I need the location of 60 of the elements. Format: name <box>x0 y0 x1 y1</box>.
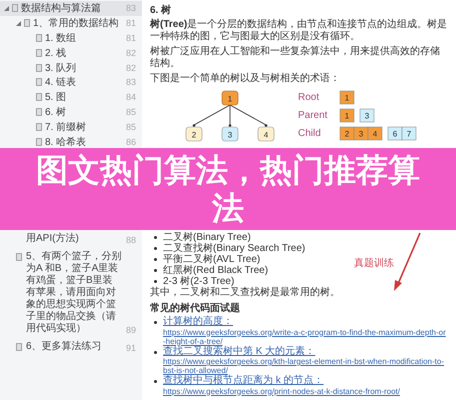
list-item: 平衡二叉树(AVL Tree) <box>163 254 260 265</box>
link[interactable]: 计算树的高度： <box>163 317 233 328</box>
legend-cell: 7 <box>402 126 416 140</box>
outline-item[interactable]: 3. 队列 82 <box>0 60 142 75</box>
list-item: 红黑树(Red Black Tree) <box>163 265 268 276</box>
url-link[interactable]: https://www.geeksforgeeks.org/write-a-c-program-to-find-the-maximum-depth-or-height-of-a-tree/ <box>163 328 448 346</box>
outline-item[interactable]: 6. 树 85 <box>0 104 142 120</box>
legend-cell: 3 <box>360 108 374 122</box>
tree-node: 1 <box>222 90 238 106</box>
url-link[interactable]: https://www.geeksforgeeks.org/print-nodes-at-k-distance-from-root/ <box>163 386 448 396</box>
annotation-arrow <box>392 232 422 292</box>
section-heading: 6. 树 <box>150 4 172 17</box>
legend-cell: 3 <box>354 126 368 140</box>
legend-term: Child <box>298 128 321 139</box>
paragraph: 下图是一个简单的树以及与树相关的术语： <box>150 73 341 85</box>
link[interactable]: 查找树中与根节点距离为 k 的节点： <box>163 376 324 386</box>
caret-icon[interactable] <box>16 20 21 26</box>
outline-item[interactable]: 5. 图 84 <box>0 90 142 105</box>
outline-item[interactable]: 数据结构与算法篇 83 <box>0 1 142 16</box>
banner-title: 图文热门算法，热门推荐算法 <box>35 151 421 227</box>
legend-cell: 1 <box>340 90 354 104</box>
paragraph: 其中，二叉树和二叉查找树是最常用的树。 <box>150 287 341 299</box>
link[interactable]: 查找二叉搜索树中第 K 大的元素： <box>163 346 316 357</box>
bullet-icon <box>154 236 157 239</box>
list-item: 二叉查找树(Binary Search Tree) <box>163 243 306 254</box>
outline-item[interactable]: 8. 哈希表 86 <box>0 134 142 149</box>
section-heading: 常见的树代码面试题 <box>150 302 241 315</box>
outline-item[interactable]: 4. 链表 83 <box>0 74 142 90</box>
outline-item[interactable]: 1. 数组 81 <box>0 30 142 46</box>
legend-cell: 2 <box>340 126 354 140</box>
legend-cell: 6 <box>388 126 402 140</box>
bullet-icon <box>154 258 157 261</box>
paragraph: 树(Tree)是一个分层的数据结构，由节点和连接节点的边组成。树是一种特殊的图，它与图最大的区别是没有循环。 <box>150 19 448 43</box>
legend-term: Parent <box>298 110 328 121</box>
bullet-icon <box>154 280 157 283</box>
document-icon <box>16 343 22 351</box>
outline-item[interactable]: 7. 前缀树 85 <box>0 119 142 134</box>
bullet-icon <box>154 350 157 354</box>
bullet-icon <box>154 321 157 324</box>
bullet-icon <box>154 247 157 250</box>
tree-node: 2 <box>186 126 202 142</box>
document-icon <box>16 253 22 261</box>
annotation-text: 真题训练 <box>354 256 394 270</box>
list-item: 二叉树(Binary Tree) <box>163 232 251 243</box>
outline-item[interactable]: 1、常用的数据结构 81 <box>0 16 142 31</box>
bullet-icon <box>154 269 157 272</box>
paragraph: 树被广泛应用在人工智能和一些复杂算法中，用来提供高效的存储结构。 <box>150 46 441 70</box>
caret-icon[interactable] <box>4 6 9 11</box>
outline-item[interactable]: 2. 栈 82 <box>0 45 142 60</box>
tree-node: 3 <box>222 126 238 142</box>
legend-cell: 1 <box>340 108 354 122</box>
outline-item[interactable]: 5、有两个篮子，分别为A 和B，篮子A里装有鸡蛋，篮子B里装有苹果，请用面向对象的思想实现两个篮子里的物品交换（请用代码实现） 89 <box>0 249 142 339</box>
url-link[interactable]: https://www.geeksforgeeks.org/kth-largest-element-in-bst-when-modification-to-bst-is-not-allowed/ <box>163 357 448 375</box>
legend-term: Root <box>298 92 320 103</box>
legend-cell: 4 <box>368 126 382 140</box>
outline-item[interactable]: 6、更多算法练习 91 <box>0 339 142 357</box>
list-item: 2-3 树(2-3 Tree) <box>163 276 234 287</box>
tree-node: 4 <box>258 126 274 142</box>
bullet-icon <box>154 380 157 383</box>
outline-item[interactable]: 用API(方法) 88 <box>0 231 142 249</box>
